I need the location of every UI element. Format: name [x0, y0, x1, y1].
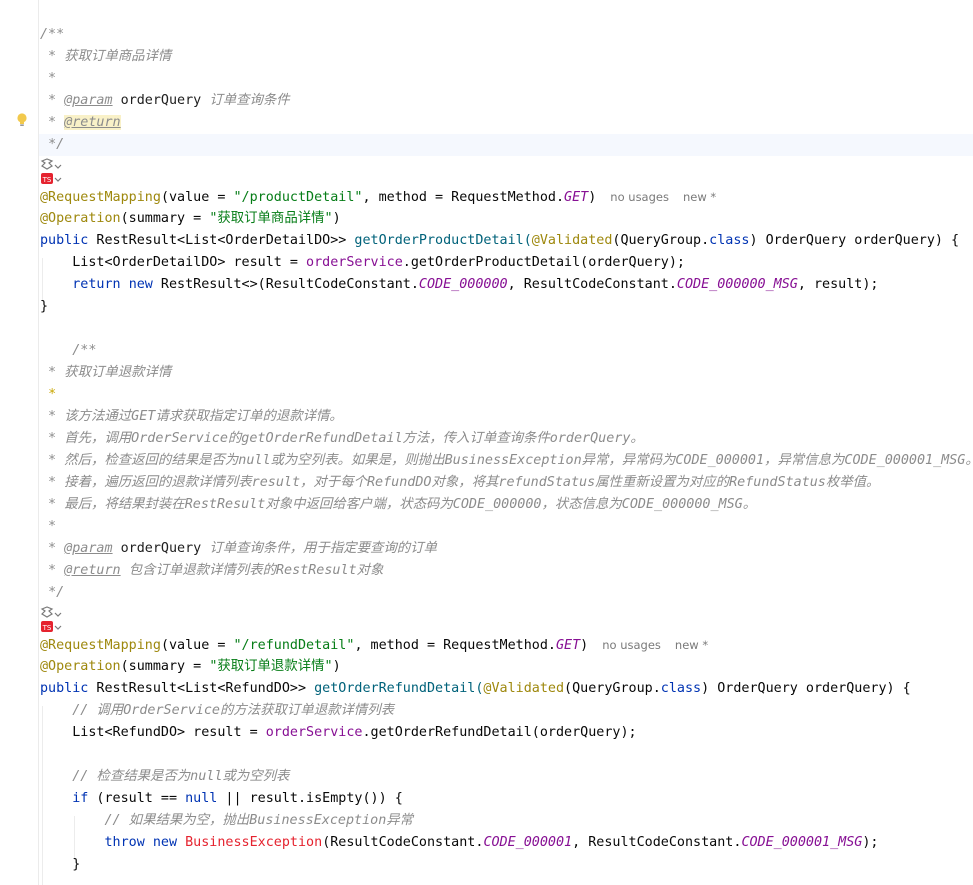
caret-row-highlight	[39, 134, 973, 156]
javadoc-line: * 首先，调用OrderService的getOrderRefundDetail…	[40, 431, 644, 446]
code-line: List<RefundDO> result = orderService.get…	[72, 725, 637, 740]
javadoc-line: * 接着，遍历返回的退款详情列表result，对于每个RefundDO对象，将其…	[40, 475, 880, 490]
code-line: }	[72, 857, 81, 872]
method-signature: public RestResult<List<RefundDO>> getOrd…	[40, 681, 911, 696]
javadoc-open: /**	[40, 27, 65, 42]
code-line: throw new BusinessException(ResultCodeCo…	[104, 835, 879, 850]
author-hint[interactable]: new *	[675, 638, 708, 652]
usages-hint[interactable]: no usages	[610, 190, 669, 204]
request-mapping-annotation: @RequestMapping(value = "/productDetail"…	[40, 190, 717, 205]
javadoc-line: *	[40, 519, 57, 534]
javadoc-param: * @param orderQuery 订单查询条件，用于指定要查询的订单	[40, 541, 437, 556]
javadoc-return: * @return	[40, 115, 121, 130]
svg-text:TS: TS	[42, 624, 52, 632]
method-signature: public RestResult<List<OrderDetailDO>> g…	[40, 233, 960, 248]
javadoc-close: */	[48, 137, 65, 152]
svg-text:TS: TS	[42, 176, 52, 184]
code-line: return new RestResult<>(ResultCodeConsta…	[72, 277, 879, 292]
javadoc-line: *	[40, 71, 57, 86]
javadoc-param: * @param orderQuery 订单查询条件	[40, 93, 290, 108]
usages-hint[interactable]: no usages	[602, 638, 661, 652]
javadoc-line: * 该方法通过GET请求获取指定订单的退款详情。	[40, 409, 343, 424]
javadoc-return: * @return 包含订单退款详情列表的RestResult对象	[40, 563, 384, 578]
javadoc-line: * 最后，将结果封装在RestResult对象中返回给客户端，状态码为CODE_…	[40, 497, 757, 512]
gutter-divider	[38, 0, 39, 885]
javadoc-line: *	[48, 387, 57, 402]
request-mapping-annotation: @RequestMapping(value = "/refundDetail",…	[40, 638, 709, 653]
code-comment: // 检查结果是否为null或为空列表	[72, 769, 290, 784]
code-line: List<OrderDetailDO> result = orderServic…	[72, 255, 685, 270]
javadoc-line: * 然后，检查返回的结果是否为null或为空列表。如果是，则抛出Business…	[40, 453, 973, 468]
javadoc-open: /**	[72, 343, 97, 358]
lightbulb-icon[interactable]	[15, 112, 29, 128]
code-comment: // 如果结果为空，抛出BusinessException异常	[104, 813, 414, 828]
author-hint[interactable]: new *	[683, 190, 716, 204]
javadoc-line: * 获取订单商品详情	[40, 49, 172, 64]
editor-gutter[interactable]	[0, 0, 38, 885]
operation-annotation: @Operation(summary = "获取订单退款详情")	[40, 659, 341, 674]
code-line: }	[40, 299, 49, 314]
javadoc-close: */	[48, 585, 65, 600]
code-comment: // 调用OrderService的方法获取订单退款详情列表	[72, 703, 395, 718]
code-line: if (result == null || result.isEmpty()) …	[72, 791, 403, 806]
javadoc-line: * 获取订单退款详情	[40, 365, 172, 380]
operation-annotation: @Operation(summary = "获取订单商品详情")	[40, 211, 341, 226]
